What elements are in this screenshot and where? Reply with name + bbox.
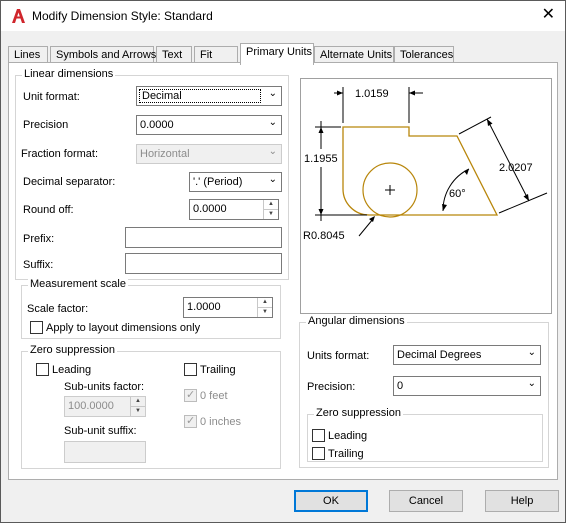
angular-trailing-checkbox[interactable] [312, 447, 325, 460]
left-arrow-top [318, 127, 324, 133]
chevron-down-icon: ⌄ [268, 117, 277, 128]
sub-units-factor-label: Sub-units factor: [64, 381, 145, 393]
fraction-format-select[interactable]: Horizontal ⌄ [136, 144, 282, 164]
prefix-input[interactable] [125, 227, 282, 248]
angular-leading-label: Leading [328, 430, 368, 442]
fraction-format-label: Fraction format: [21, 148, 99, 160]
angular-precision-value: 0 [397, 380, 404, 392]
ok-button[interactable]: OK [294, 490, 368, 512]
dialog-window: Modify Dimension Style: Standard ✕ Lines… [0, 0, 566, 523]
spin-up-icon[interactable]: ▲ [131, 397, 145, 407]
close-icon[interactable]: ✕ [542, 6, 555, 24]
dimension-preview: 1.0159 1.1955 2.0207 60° R0.8045 [300, 78, 552, 314]
dim-right-text: 2.0207 [499, 162, 533, 174]
help-button[interactable]: Help [485, 490, 559, 512]
decimal-separator-label: Decimal separator: [23, 176, 116, 188]
primary-units-panel: Linear dimensions Unit format: Decimal ⌄… [8, 62, 558, 480]
spin-down-icon[interactable]: ▼ [131, 407, 145, 417]
units-format-label: Units format: [307, 350, 370, 362]
scale-factor-input[interactable]: 1.0000 ▲ ▼ [183, 297, 273, 318]
trailing-label: Trailing [200, 364, 236, 376]
scale-factor-label: Scale factor: [27, 303, 89, 315]
right-ext-top [458, 116, 492, 135]
leading-label: Leading [52, 364, 92, 376]
radius-arrow [369, 216, 375, 222]
linear-dimensions-title: Linear dimensions [22, 68, 116, 80]
scale-factor-spinner[interactable]: ▲ ▼ [257, 298, 272, 317]
measurement-scale-title: Measurement scale [28, 278, 128, 290]
sub-unit-suffix-label: Sub-unit suffix: [64, 425, 137, 437]
right-ext-bottom [498, 192, 548, 214]
precision-select[interactable]: 0.0000 ⌄ [136, 115, 282, 135]
chevron-down-icon: ⌄ [527, 347, 536, 358]
decimal-separator-value: '.' (Period) [193, 176, 243, 188]
angular-leading-checkbox[interactable] [312, 429, 325, 442]
spin-up-icon[interactable]: ▲ [264, 200, 278, 210]
preview-drawing: 1.0159 1.1955 2.0207 60° R0.8045 [303, 87, 548, 242]
apply-layout-checkbox[interactable] [30, 321, 43, 334]
dim-top-text: 1.0159 [355, 88, 389, 100]
angular-trailing-label: Trailing [328, 448, 364, 460]
round-off-value: 0.0000 [193, 203, 227, 215]
round-off-label: Round off: [23, 204, 74, 216]
angular-zero-suppression-title: Zero suppression [314, 407, 403, 419]
top-arrow-right [409, 90, 415, 96]
trailing-checkbox[interactable] [184, 363, 197, 376]
tab-primary-units[interactable]: Primary Units [240, 43, 314, 65]
suffix-input[interactable] [125, 253, 282, 274]
zero-suppression-title: Zero suppression [28, 344, 117, 356]
sub-units-factor-value: 100.0000 [68, 400, 114, 412]
top-arrow-left [337, 90, 343, 96]
unit-format-select[interactable]: Decimal ⌄ [136, 86, 282, 106]
fraction-format-value: Horizontal [140, 148, 190, 160]
scale-factor-value: 1.0000 [187, 301, 221, 313]
angular-precision-select[interactable]: 0 ⌄ [393, 376, 541, 396]
decimal-separator-select[interactable]: '.' (Period) ⌄ [189, 172, 282, 192]
angular-precision-label: Precision: [307, 381, 356, 393]
precision-label: Precision [23, 119, 69, 131]
round-off-input[interactable]: 0.0000 ▲ ▼ [189, 199, 279, 220]
unit-format-value: Decimal [139, 89, 261, 103]
chevron-down-icon: ⌄ [268, 174, 277, 185]
spin-down-icon[interactable]: ▼ [264, 210, 278, 220]
suffix-label: Suffix: [23, 259, 54, 271]
cancel-button[interactable]: Cancel [389, 490, 463, 512]
units-format-value: Decimal Degrees [397, 349, 482, 361]
chevron-down-icon: ⌄ [527, 378, 536, 389]
dim-radius-text: R0.8045 [303, 230, 345, 242]
precision-value: 0.0000 [140, 119, 174, 131]
round-off-spinner[interactable]: ▲ ▼ [263, 200, 278, 219]
dim-angle-text: 60° [449, 188, 466, 200]
unit-format-label: Unit format: [23, 91, 80, 103]
left-arrow-bottom [318, 209, 324, 215]
right-arrow-top [487, 119, 493, 126]
zero-inches-checkbox[interactable] [184, 414, 197, 428]
apply-layout-label: Apply to layout dimensions only [46, 322, 201, 334]
angular-dimensions-title: Angular dimensions [306, 315, 407, 327]
chevron-down-icon: ⌄ [268, 88, 277, 99]
sub-unit-suffix-input[interactable] [64, 441, 146, 463]
autocad-logo-icon [12, 9, 25, 23]
window-title: Modify Dimension Style: Standard [32, 9, 213, 23]
spin-up-icon[interactable]: ▲ [258, 298, 272, 308]
prefix-label: Prefix: [23, 233, 55, 245]
leading-checkbox[interactable] [36, 363, 49, 376]
chevron-down-icon: ⌄ [268, 146, 277, 157]
sub-units-factor-spinner[interactable]: ▲ ▼ [130, 397, 145, 416]
sub-units-factor-input[interactable]: 100.0000 ▲ ▼ [64, 396, 146, 417]
zero-feet-checkbox[interactable] [184, 388, 197, 402]
title-bar: Modify Dimension Style: Standard ✕ [1, 1, 565, 31]
radius-leader [358, 218, 374, 237]
dim-left-text: 1.1955 [304, 153, 338, 165]
zero-inches-label: 0 inches [200, 416, 241, 428]
right-dim-line [486, 118, 530, 202]
spin-down-icon[interactable]: ▼ [258, 308, 272, 318]
right-arrow-bottom [523, 194, 529, 201]
units-format-select[interactable]: Decimal Degrees ⌄ [393, 345, 541, 365]
zero-feet-label: 0 feet [200, 390, 228, 402]
